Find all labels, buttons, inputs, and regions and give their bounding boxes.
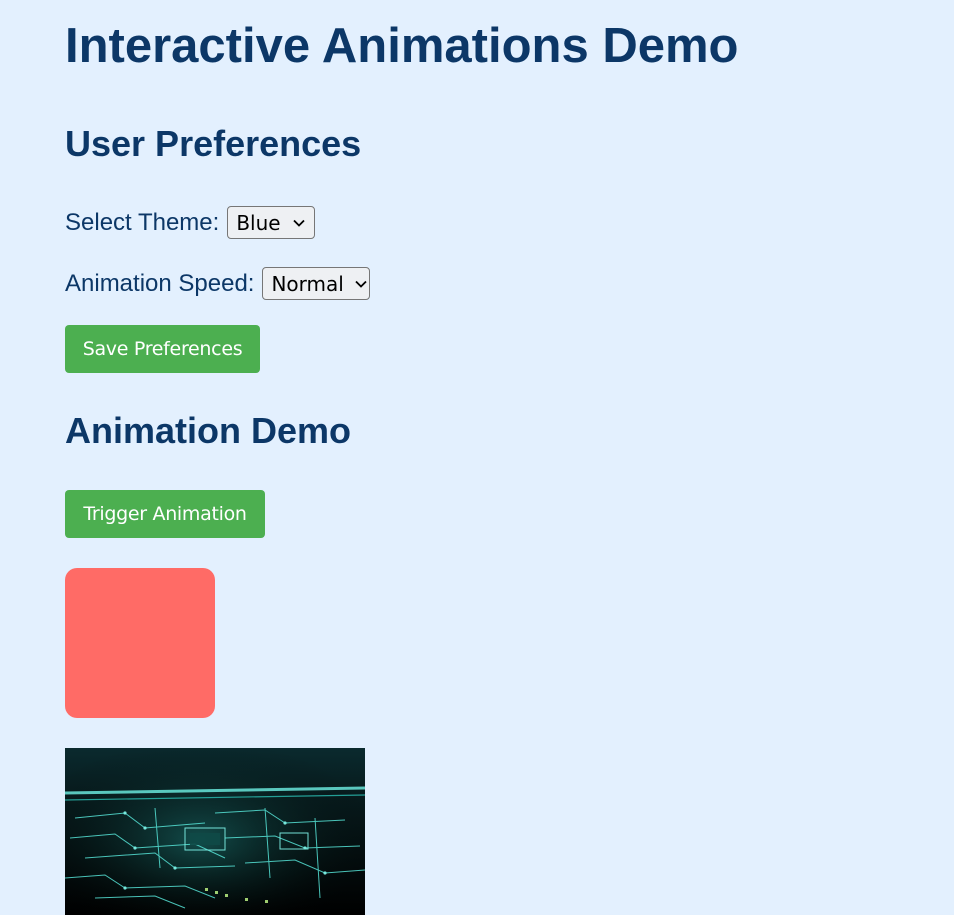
chevron-down-icon [292,216,306,230]
speed-row: Animation Speed: Normal [65,267,371,300]
speed-select[interactable]: Normal [262,267,371,300]
page-title: Interactive Animations Demo [65,19,739,73]
save-preferences-button[interactable]: Save Preferences [65,325,260,373]
theme-label: Select Theme: [65,208,220,236]
preferences-heading: User Preferences [65,123,362,164]
speed-label: Animation Speed: [65,269,255,297]
animated-box [65,568,215,718]
trigger-animation-button[interactable]: Trigger Animation [65,490,265,538]
theme-row: Select Theme: Blue [65,206,316,239]
chevron-down-icon [354,277,368,291]
speed-select-value: Normal [271,271,344,296]
theme-select-value: Blue [236,210,281,235]
circuit-board-image [65,748,365,915]
animation-heading: Animation Demo [65,410,352,451]
theme-select[interactable]: Blue [227,206,316,239]
